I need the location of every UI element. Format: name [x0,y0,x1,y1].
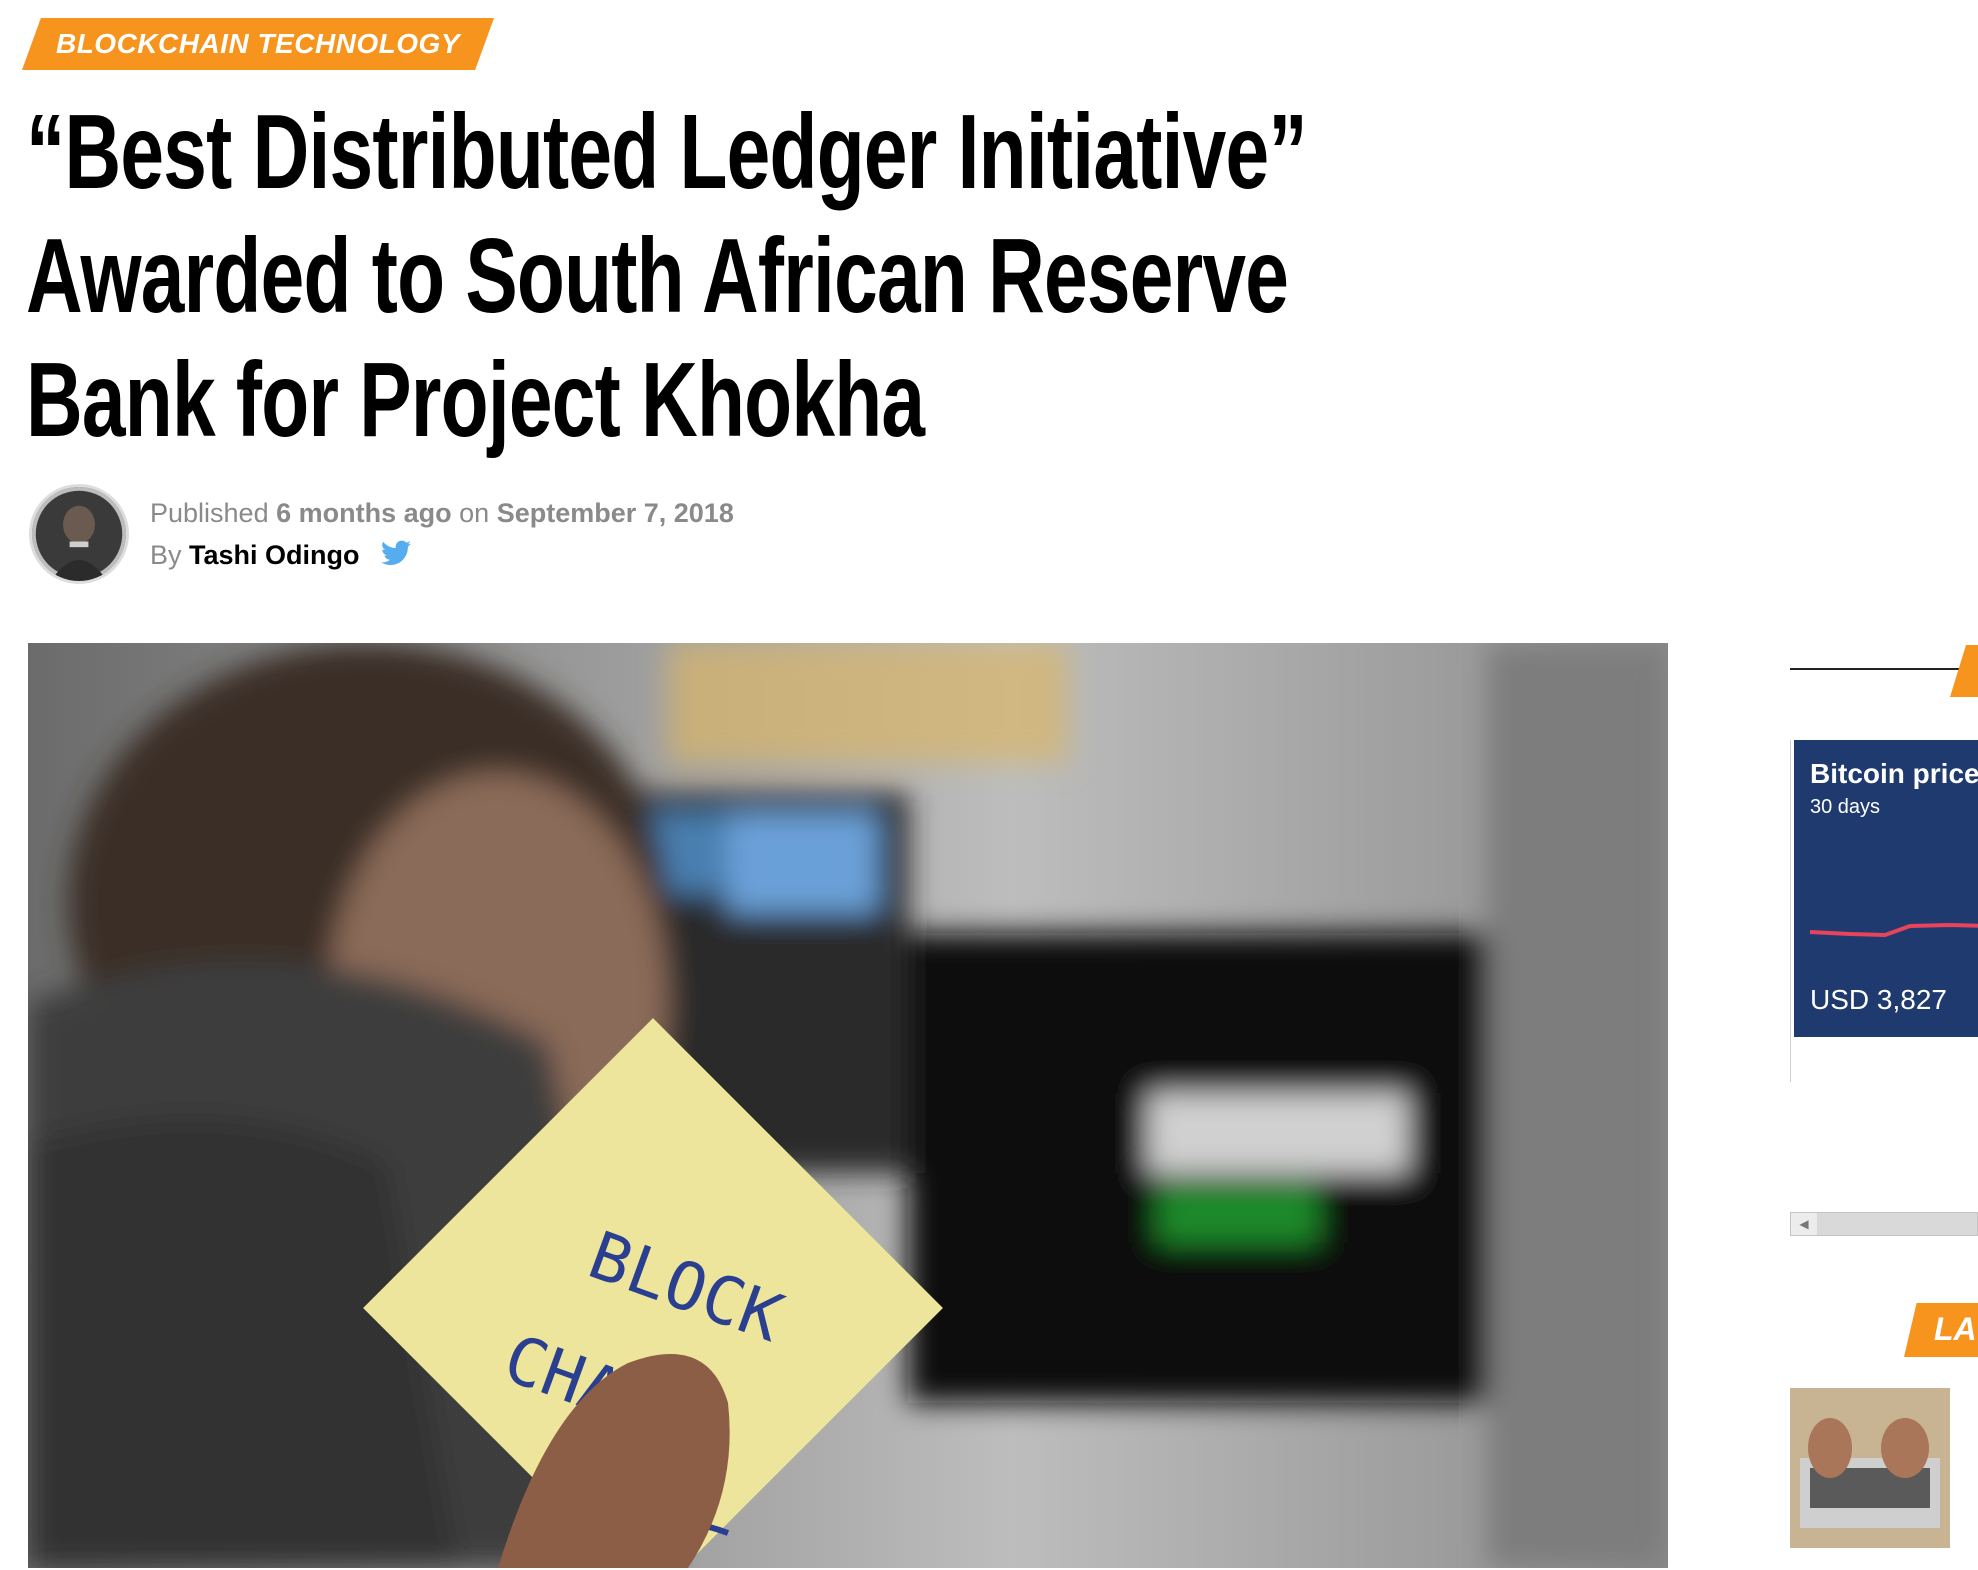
hero-image: BLOCK CHAIN [28,643,1668,1568]
article-title: “Best Distributed Ledger Initiative” Awa… [26,93,1308,459]
relative-time: 6 months ago [276,498,452,528]
author-avatar[interactable] [29,484,129,584]
author-link[interactable]: Tashi Odingo [189,540,360,570]
sidebar-divider [1790,668,1978,670]
by-prefix: By [150,540,182,570]
published-prefix: Published [150,498,269,528]
on-word: on [459,498,490,528]
latest-section-tag: LA [1904,1303,1978,1357]
category-tag[interactable]: BLOCKCHAIN TECHNOLOGY [22,18,494,70]
byline: By Tashi Odingo [150,534,734,578]
article-meta: Published 6 months ago on September 7, 2… [150,492,734,578]
latest-section-label: LA [1934,1311,1977,1347]
publish-line: Published 6 months ago on September 7, 2… [150,492,734,534]
publish-date: September 7, 2018 [496,498,734,528]
bitcoin-price-widget[interactable]: Bitcoin price 30 days USD 3,827 [1790,740,1978,1082]
twitter-icon[interactable] [381,536,412,578]
category-label: BLOCKCHAIN TECHNOLOGY [55,28,461,59]
scroll-left-icon[interactable]: ◀ [1791,1213,1817,1235]
latest-article-thumbnail[interactable] [1790,1388,1950,1548]
widget-title: Bitcoin price [1810,758,1978,789]
widget-horizontal-scrollbar[interactable]: ◀ [1790,1212,1978,1236]
bitcoin-price-card[interactable]: Bitcoin price 30 days USD 3,827 [1794,740,1978,1037]
price-sparkline [1810,922,1978,938]
widget-subtitle: 30 days [1810,796,1881,818]
widget-price: USD 3,827 [1810,984,1947,1015]
sidebar-section-tag [1950,645,1978,697]
